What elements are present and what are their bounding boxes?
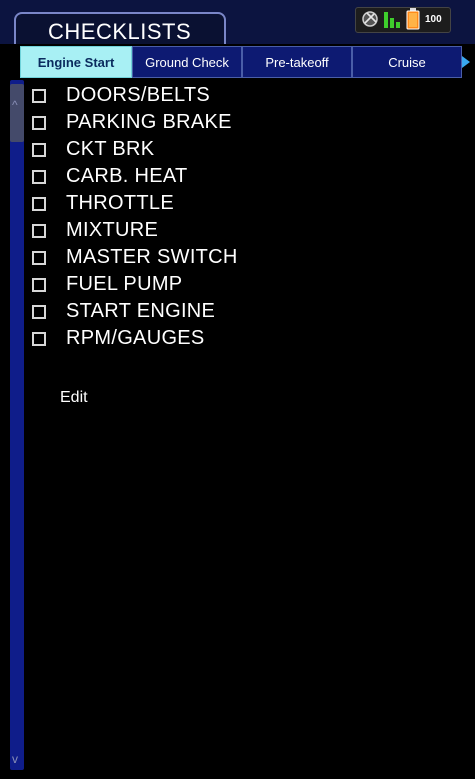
checklist-item-label: RPM/GAUGES	[66, 327, 205, 349]
checklist-item[interactable]: MIXTURE	[32, 219, 432, 245]
tab-ground-check[interactable]: Ground Check	[132, 46, 242, 78]
scroll-down-icon[interactable]: v	[12, 752, 18, 766]
checkbox[interactable]	[32, 116, 46, 130]
satellite-icon	[362, 11, 378, 27]
checkbox[interactable]	[32, 251, 46, 265]
checklist-item-label: START ENGINE	[66, 300, 216, 322]
checkbox[interactable]	[32, 170, 46, 184]
tab-pre-takeoff[interactable]: Pre-takeoff	[242, 46, 352, 78]
checkbox[interactable]	[32, 197, 46, 211]
checklist-item[interactable]: CKT BRK	[32, 138, 432, 164]
checklist-item[interactable]: THROTTLE	[32, 192, 432, 218]
scroll-up-icon[interactable]: ^	[12, 98, 18, 112]
checklist-item[interactable]: FUEL PUMP	[32, 273, 432, 299]
checklist-item[interactable]: DOORS/BELTS	[32, 84, 432, 110]
checkbox[interactable]	[32, 89, 46, 103]
checklist-item-label: CKT BRK	[66, 138, 155, 160]
checklist-item-label: THROTTLE	[66, 192, 174, 214]
checkbox[interactable]	[32, 332, 46, 346]
scrollbar-thumb[interactable]	[10, 84, 24, 142]
checklist-item-label: PARKING BRAKE	[66, 111, 232, 133]
checklist-item[interactable]: PARKING BRAKE	[32, 111, 432, 137]
checkbox[interactable]	[32, 143, 46, 157]
checklist-item[interactable]: START ENGINE	[32, 300, 432, 326]
checklist-item-label: MASTER SWITCH	[66, 246, 238, 268]
header-bar: CHECKLISTS 100	[0, 0, 475, 44]
checklist-item[interactable]: RPM/GAUGES	[32, 327, 432, 353]
checklist-item[interactable]: MASTER SWITCH	[32, 246, 432, 272]
page-title: CHECKLISTS	[48, 19, 192, 44]
edit-button[interactable]: Edit	[60, 389, 88, 407]
checklist-item-label: CARB. HEAT	[66, 165, 188, 187]
checklist-item-label: FUEL PUMP	[66, 273, 183, 295]
scrollbar-track[interactable]	[10, 80, 24, 770]
signal-bars-icon	[384, 12, 400, 28]
checklist-item[interactable]: CARB. HEAT	[32, 165, 432, 191]
tab-cruise[interactable]: Cruise	[352, 46, 462, 78]
checkbox[interactable]	[32, 305, 46, 319]
battery-level: 100	[425, 14, 442, 25]
checkbox[interactable]	[32, 278, 46, 292]
tab-bar: Engine Start Ground Check Pre-takeoff Cr…	[20, 44, 475, 78]
tab-scroll-right-icon[interactable]	[462, 56, 470, 68]
battery-icon	[406, 8, 420, 30]
checklist-item-label: MIXTURE	[66, 219, 159, 241]
checkbox[interactable]	[32, 224, 46, 238]
checklist-item-label: DOORS/BELTS	[66, 84, 211, 106]
tab-engine-start[interactable]: Engine Start	[20, 46, 132, 78]
